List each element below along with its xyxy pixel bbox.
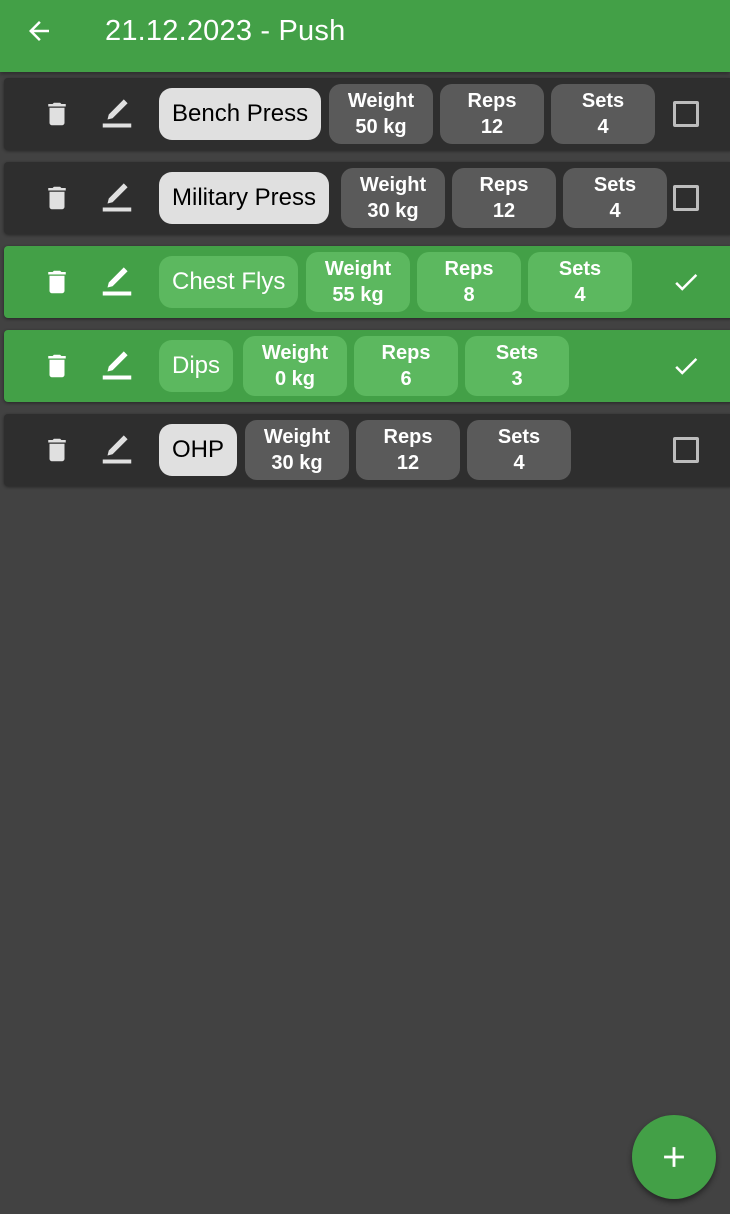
- delete-button[interactable]: [29, 78, 85, 150]
- exercise-row: Dips Weight 0 kg Reps 6 Sets 3: [4, 330, 730, 402]
- edit-button[interactable]: [89, 78, 145, 150]
- back-button[interactable]: [18, 10, 60, 52]
- arrow-left-icon: [29, 21, 49, 41]
- weight-label: Weight: [324, 258, 392, 280]
- delete-button[interactable]: [29, 162, 85, 234]
- exercise-name[interactable]: Bench Press: [159, 88, 322, 140]
- sets-stat[interactable]: Sets 4: [563, 168, 667, 228]
- reps-stat[interactable]: Reps 8: [417, 252, 521, 312]
- reps-label: Reps: [383, 426, 433, 448]
- sets-value: 4: [513, 452, 525, 474]
- sets-stat[interactable]: Sets 3: [465, 336, 569, 396]
- reps-label: Reps: [467, 90, 517, 112]
- delete-button[interactable]: [29, 414, 85, 486]
- reps-value: 12: [492, 200, 516, 222]
- exercise-row: Chest Flys Weight 55 kg Reps 8 Sets 4: [4, 246, 730, 318]
- done-checkbox[interactable]: [671, 183, 701, 213]
- pencil-icon: [102, 435, 132, 464]
- sets-label: Sets: [497, 426, 541, 448]
- weight-stat[interactable]: Weight 30 kg: [245, 420, 349, 480]
- weight-label: Weight: [347, 90, 415, 112]
- sets-value: 4: [609, 200, 621, 222]
- weight-stat[interactable]: Weight 50 kg: [329, 84, 433, 144]
- reps-stat[interactable]: Reps 12: [440, 84, 544, 144]
- weight-label: Weight: [263, 426, 331, 448]
- sets-value: 3: [511, 368, 523, 390]
- done-checkbox[interactable]: [671, 351, 701, 381]
- reps-label: Reps: [381, 342, 431, 364]
- weight-value: 0 kg: [274, 368, 316, 390]
- sets-label: Sets: [581, 90, 625, 112]
- weight-stat[interactable]: Weight 30 kg: [341, 168, 445, 228]
- exercise-name[interactable]: Military Press: [159, 172, 330, 224]
- exercise-name[interactable]: Chest Flys: [159, 256, 299, 308]
- weight-label: Weight: [261, 342, 329, 364]
- reps-value: 12: [480, 116, 504, 138]
- reps-value: 12: [396, 452, 420, 474]
- pencil-icon: [102, 183, 132, 212]
- reps-stat[interactable]: Reps 6: [354, 336, 458, 396]
- exercise-name[interactable]: OHP: [159, 424, 238, 476]
- sets-label: Sets: [558, 258, 602, 280]
- reps-value: 8: [463, 284, 475, 306]
- checkmark-icon: [675, 273, 698, 291]
- done-checkbox[interactable]: [671, 267, 701, 297]
- checkmark-icon: [675, 357, 698, 375]
- sets-stat[interactable]: Sets 4: [467, 420, 571, 480]
- sets-stat[interactable]: Sets 4: [528, 252, 632, 312]
- weight-value: 30 kg: [271, 452, 323, 474]
- sets-value: 4: [574, 284, 586, 306]
- pencil-icon: [102, 267, 132, 296]
- exercise-row: Military Press Weight 30 kg Reps 12 Sets…: [4, 162, 730, 234]
- page-title: 21.12.2023 - Push: [105, 15, 346, 47]
- weight-value: 55 kg: [332, 284, 384, 306]
- pencil-icon: [102, 351, 132, 380]
- done-checkbox[interactable]: [671, 99, 701, 129]
- reps-label: Reps: [444, 258, 494, 280]
- edit-button[interactable]: [89, 414, 145, 486]
- trash-icon: [48, 102, 66, 126]
- weight-label: Weight: [359, 174, 427, 196]
- exercise-name[interactable]: Dips: [159, 340, 234, 392]
- delete-button[interactable]: [29, 246, 85, 318]
- delete-button[interactable]: [29, 330, 85, 402]
- pencil-icon: [102, 99, 132, 128]
- edit-button[interactable]: [89, 246, 145, 318]
- trash-icon: [48, 270, 66, 294]
- trash-icon: [48, 186, 66, 210]
- reps-stat[interactable]: Reps 12: [452, 168, 556, 228]
- reps-stat[interactable]: Reps 12: [356, 420, 460, 480]
- checkbox-unchecked-icon: [673, 101, 699, 127]
- done-checkbox[interactable]: [671, 435, 701, 465]
- plus-icon: [664, 1147, 684, 1167]
- checkbox-unchecked-icon: [673, 185, 699, 211]
- checkbox-unchecked-icon: [673, 437, 699, 463]
- edit-button[interactable]: [89, 162, 145, 234]
- weight-stat[interactable]: Weight 55 kg: [306, 252, 410, 312]
- reps-value: 6: [400, 368, 412, 390]
- weight-value: 30 kg: [367, 200, 419, 222]
- reps-label: Reps: [479, 174, 529, 196]
- sets-stat[interactable]: Sets 4: [551, 84, 655, 144]
- trash-icon: [48, 438, 66, 462]
- sets-value: 4: [597, 116, 609, 138]
- weight-stat[interactable]: Weight 0 kg: [243, 336, 347, 396]
- edit-button[interactable]: [89, 330, 145, 402]
- exercise-row: OHP Weight 30 kg Reps 12 Sets 4: [4, 414, 730, 486]
- sets-label: Sets: [495, 342, 539, 364]
- trash-icon: [48, 354, 66, 378]
- sets-label: Sets: [593, 174, 637, 196]
- weight-value: 50 kg: [355, 116, 407, 138]
- app-bar: 21.12.2023 - Push: [0, 0, 730, 72]
- exercise-row: Bench Press Weight 50 kg Reps 12 Sets 4: [4, 78, 730, 150]
- add-exercise-button[interactable]: [632, 1115, 716, 1199]
